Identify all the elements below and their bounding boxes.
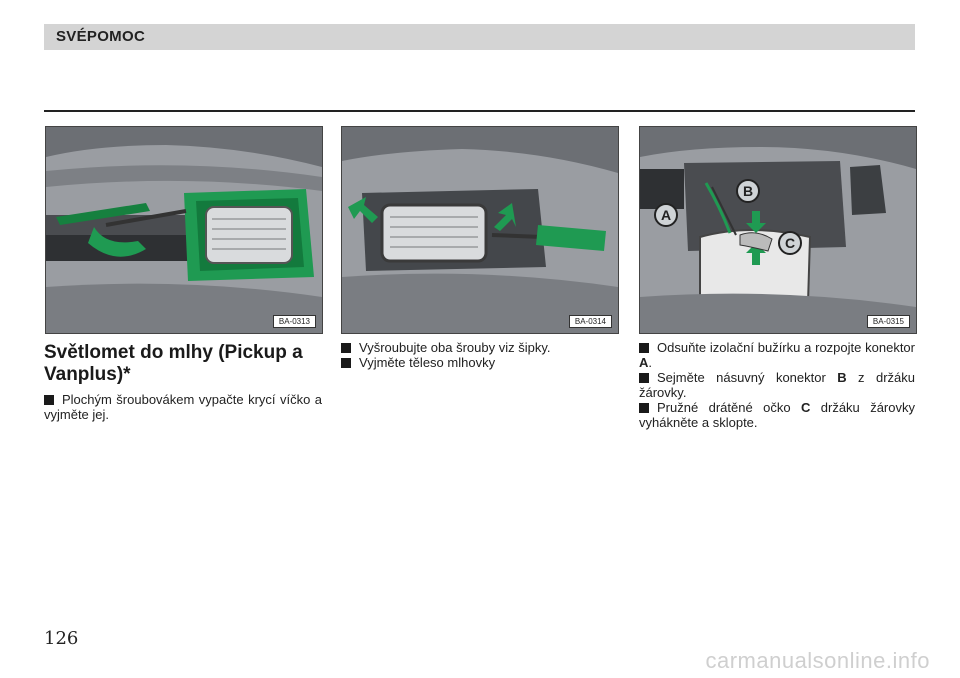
bullet-icon bbox=[44, 395, 54, 405]
figure-ba-0313: BA-0313 bbox=[45, 126, 323, 334]
bullet-icon bbox=[639, 373, 649, 383]
instruction-item: Odsuňte izolační bužírku a rozpojte kone… bbox=[639, 340, 915, 370]
section-header-bar: SVÉPOMOC bbox=[44, 24, 915, 50]
bullet-icon bbox=[341, 343, 351, 353]
instruction-item: Pružné drátěné očko C držáku žárovky vyh… bbox=[639, 400, 915, 430]
connector-key-c: C bbox=[800, 400, 811, 415]
connector-key-a: A bbox=[639, 355, 649, 370]
instruction-text: Sejměte násuvný konektor bbox=[657, 370, 838, 385]
label-a-marker: A bbox=[654, 203, 678, 227]
instruction-item: Vyšroubujte oba šrouby viz šipky. bbox=[341, 340, 617, 355]
section-header-title: SVÉPOMOC bbox=[56, 28, 146, 45]
instruction-text: Odsuňte izolační bužírku a rozpojte kone… bbox=[657, 340, 915, 355]
figure-code-label: BA-0313 bbox=[272, 315, 316, 328]
instruction-text: Pružné drátěné očko bbox=[657, 400, 801, 415]
instruction-item: Plochým šroubovákem vypačte krycí víčko … bbox=[44, 392, 322, 422]
instruction-item: Sejměte násuvný konektor B z držáku žáro… bbox=[639, 370, 915, 400]
figure-code-label: BA-0315 bbox=[866, 315, 910, 328]
horizontal-rule bbox=[44, 110, 915, 112]
label-c: C bbox=[785, 235, 795, 251]
section-title: Světlomet do mlhy (Pickup a Vanplus)* bbox=[44, 342, 303, 385]
bullet-icon bbox=[341, 358, 351, 368]
instruction-text-end: . bbox=[648, 355, 653, 370]
figure-ba-0314: BA-0314 bbox=[341, 126, 619, 334]
instruction-text: Vyšroubujte oba šrouby viz šipky. bbox=[359, 340, 551, 355]
label-b-marker: B bbox=[736, 179, 760, 203]
bullet-icon bbox=[639, 343, 649, 353]
watermark-text: carmanualsonline.info bbox=[705, 648, 930, 673]
instruction-text: Vyjměte těleso mlhovky bbox=[359, 355, 496, 370]
bullet-icon bbox=[639, 403, 649, 413]
figure-code-label: BA-0314 bbox=[568, 315, 612, 328]
fog-lamp-cover-removal-illustration bbox=[46, 127, 322, 333]
label-a: A bbox=[661, 207, 671, 223]
column-1-text: Plochým šroubovákem vypačte krycí víčko … bbox=[44, 392, 322, 422]
label-b: B bbox=[743, 183, 753, 199]
page-number: 126 bbox=[44, 628, 79, 649]
column-3-text: Odsuňte izolační bužírku a rozpojte kone… bbox=[639, 340, 915, 430]
label-c-marker: C bbox=[778, 231, 802, 255]
figure-ba-0315: A B C BA-0315 bbox=[639, 126, 917, 334]
fog-lamp-screws-illustration bbox=[342, 127, 618, 333]
column-2-text: Vyšroubujte oba šrouby viz šipky. Vyjmět… bbox=[341, 340, 617, 370]
instruction-text: Plochým šroubovákem vypačte krycí víčko … bbox=[44, 392, 322, 422]
bulb-holder-illustration: A B C bbox=[640, 127, 916, 333]
connector-key-b: B bbox=[837, 370, 847, 385]
instruction-item: Vyjměte těleso mlhovky bbox=[341, 355, 617, 370]
